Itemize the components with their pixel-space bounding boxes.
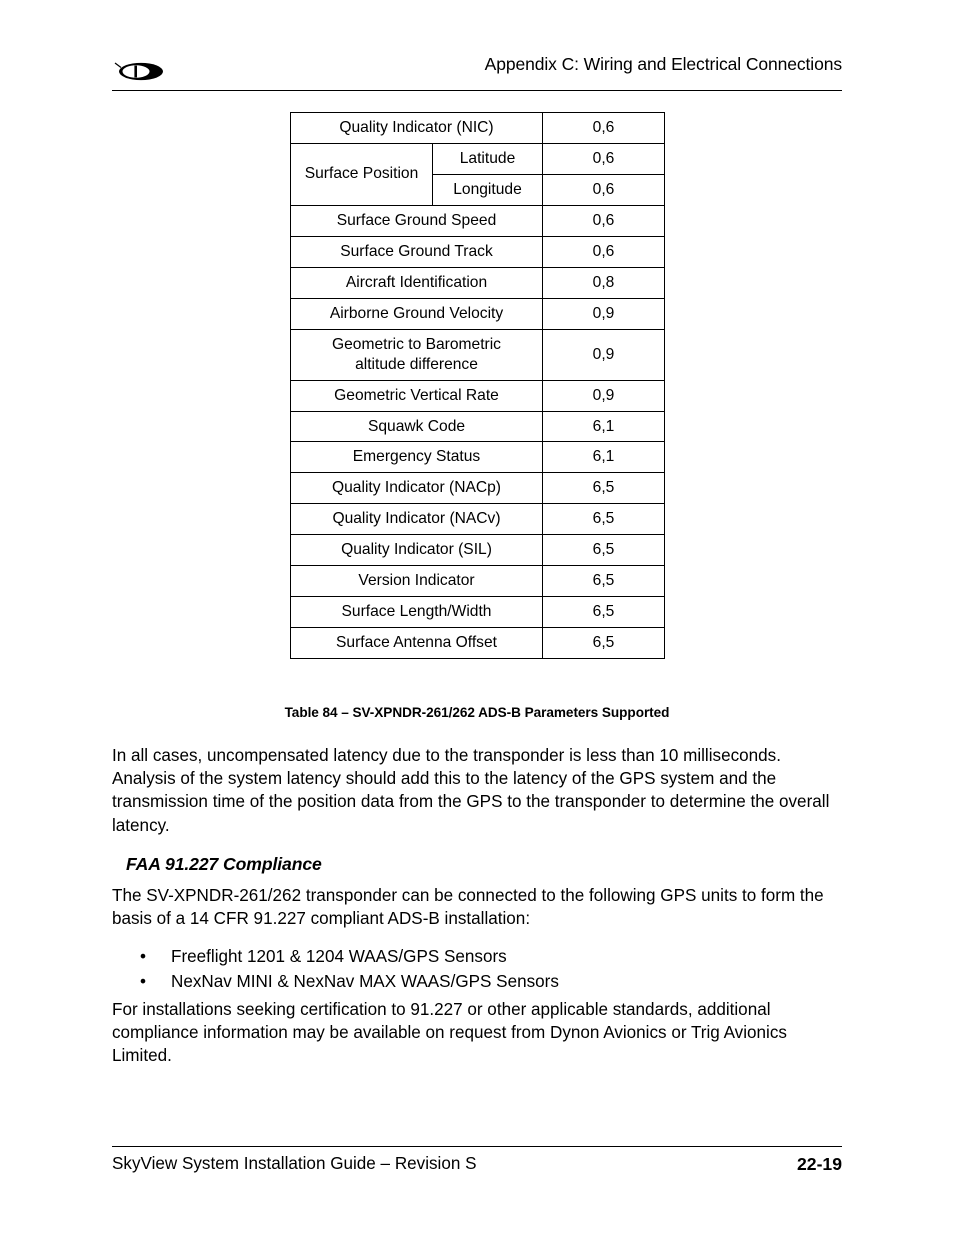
- table-row: Geometric Vertical Rate 0,9: [290, 379, 665, 412]
- param-value-cell: 6,1: [542, 441, 665, 474]
- param-name-cell: Squawk Code: [290, 410, 543, 443]
- list-item: • NexNav MINI & NexNav MAX WAAS/GPS Sens…: [112, 969, 842, 994]
- param-value-cell: 6,5: [542, 534, 665, 567]
- param-name-cell: Quality Indicator (SIL): [290, 534, 543, 567]
- page-footer: SkyView System Installation Guide – Revi…: [112, 1154, 842, 1180]
- footer-document-title: SkyView System Installation Guide – Revi…: [112, 1154, 477, 1173]
- table-row: Quality Indicator (NACp) 6,5: [290, 472, 665, 505]
- param-value-cell: 6,5: [542, 472, 665, 505]
- table-row: Emergency Status 6,1: [290, 441, 665, 474]
- param-name-cell: Surface Position: [290, 142, 433, 206]
- param-name-cell: Emergency Status: [290, 441, 543, 474]
- param-name-cell: Geometric to Barometric altitude differe…: [290, 328, 543, 381]
- paragraph-certification-note: For installations seeking certification …: [112, 1000, 787, 1066]
- table-row: Version Indicator 6,5: [290, 565, 665, 598]
- section-heading-faa-compliance: FAA 91.227 Compliance: [126, 854, 322, 874]
- param-name-cell: Geometric Vertical Rate: [290, 379, 543, 412]
- param-name-line-1: Geometric to Barometric: [332, 335, 501, 353]
- bullet-icon: •: [140, 947, 146, 966]
- table-row: Surface Position Latitude 0,6: [290, 142, 665, 206]
- list-item: • Freeflight 1201 & 1204 WAAS/GPS Sensor…: [112, 944, 842, 969]
- param-value-cell: 0,9: [542, 328, 665, 381]
- param-value-cell: 6,5: [542, 565, 665, 598]
- footer-rule: [112, 1146, 842, 1147]
- param-name-cell: Airborne Ground Velocity: [290, 297, 543, 330]
- document-page: Appendix C: Wiring and Electrical Connec…: [0, 0, 954, 1235]
- param-value-cell: 0,9: [542, 379, 665, 412]
- footer-page-number: 22-19: [797, 1154, 842, 1174]
- table-row: Aircraft Identification 0,8: [290, 266, 665, 299]
- param-name-cell: Aircraft Identification: [290, 266, 543, 299]
- paragraph-gps-intro: The SV-XPNDR-261/262 transponder can be …: [112, 886, 824, 929]
- param-name-line-2: altitude difference: [355, 355, 478, 373]
- param-sub-cell: Latitude: [432, 142, 543, 175]
- header-rule: [112, 90, 842, 91]
- param-value-cell: 0,6: [542, 142, 665, 175]
- table-row: Quality Indicator (NACv) 6,5: [290, 503, 665, 536]
- table-row: Surface Antenna Offset 6,5: [290, 627, 665, 660]
- param-value-cell: 0,6: [542, 173, 665, 206]
- param-value-cell: 6,5: [542, 627, 665, 660]
- param-name-cell: Surface Ground Speed: [290, 204, 543, 237]
- table-row: Surface Ground Track 0,6: [290, 235, 665, 268]
- param-sub-cell: Longitude: [432, 173, 543, 206]
- param-value-cell: 0,6: [542, 112, 665, 144]
- table-caption: Table 84 – SV-XPNDR-261/262 ADS-B Parame…: [284, 705, 670, 720]
- table-row: Squawk Code 6,1: [290, 410, 665, 443]
- param-name-cell: Surface Antenna Offset: [290, 627, 543, 660]
- table-row: Surface Length/Width 6,5: [290, 596, 665, 629]
- table-row: Geometric to Barometric altitude differe…: [290, 328, 665, 381]
- param-value-cell: 0,6: [542, 235, 665, 268]
- table-row: Airborne Ground Velocity 0,9: [290, 297, 665, 330]
- gps-units-list: • Freeflight 1201 & 1204 WAAS/GPS Sensor…: [112, 944, 842, 995]
- list-item-label: NexNav MINI & NexNav MAX WAAS/GPS Sensor…: [171, 972, 559, 992]
- param-name-cell: Quality Indicator (NIC): [290, 112, 543, 144]
- dynon-logo-icon: [112, 58, 174, 84]
- list-item-label: Freeflight 1201 & 1204 WAAS/GPS Sensors: [171, 947, 507, 966]
- paragraph-latency: In all cases, uncompensated latency due …: [112, 746, 830, 835]
- param-value-cell: 0,9: [542, 297, 665, 330]
- table-row: Surface Ground Speed 0,6: [290, 204, 665, 237]
- param-value-cell: 6,5: [542, 503, 665, 536]
- param-name-cell: Version Indicator: [290, 565, 543, 598]
- bullet-icon: •: [140, 972, 146, 992]
- table-row: Quality Indicator (SIL) 6,5: [290, 534, 665, 567]
- param-value-cell: 0,8: [542, 266, 665, 299]
- param-value-cell: 0,6: [542, 204, 665, 237]
- param-name-cell: Quality Indicator (NACv): [290, 503, 543, 536]
- param-value-cell: 6,1: [542, 410, 665, 443]
- header-title: Appendix C: Wiring and Electrical Connec…: [484, 54, 842, 74]
- table-row: Quality Indicator (NIC) 0,6: [290, 112, 665, 144]
- page-header: Appendix C: Wiring and Electrical Connec…: [112, 52, 842, 90]
- param-name-cell: Surface Ground Track: [290, 235, 543, 268]
- param-value-cell: 6,5: [542, 596, 665, 629]
- ads-b-parameters-table: Quality Indicator (NIC) 0,6 Surface Posi…: [290, 112, 665, 660]
- param-name-cell: Quality Indicator (NACp): [290, 472, 543, 505]
- param-name-cell: Surface Length/Width: [290, 596, 543, 629]
